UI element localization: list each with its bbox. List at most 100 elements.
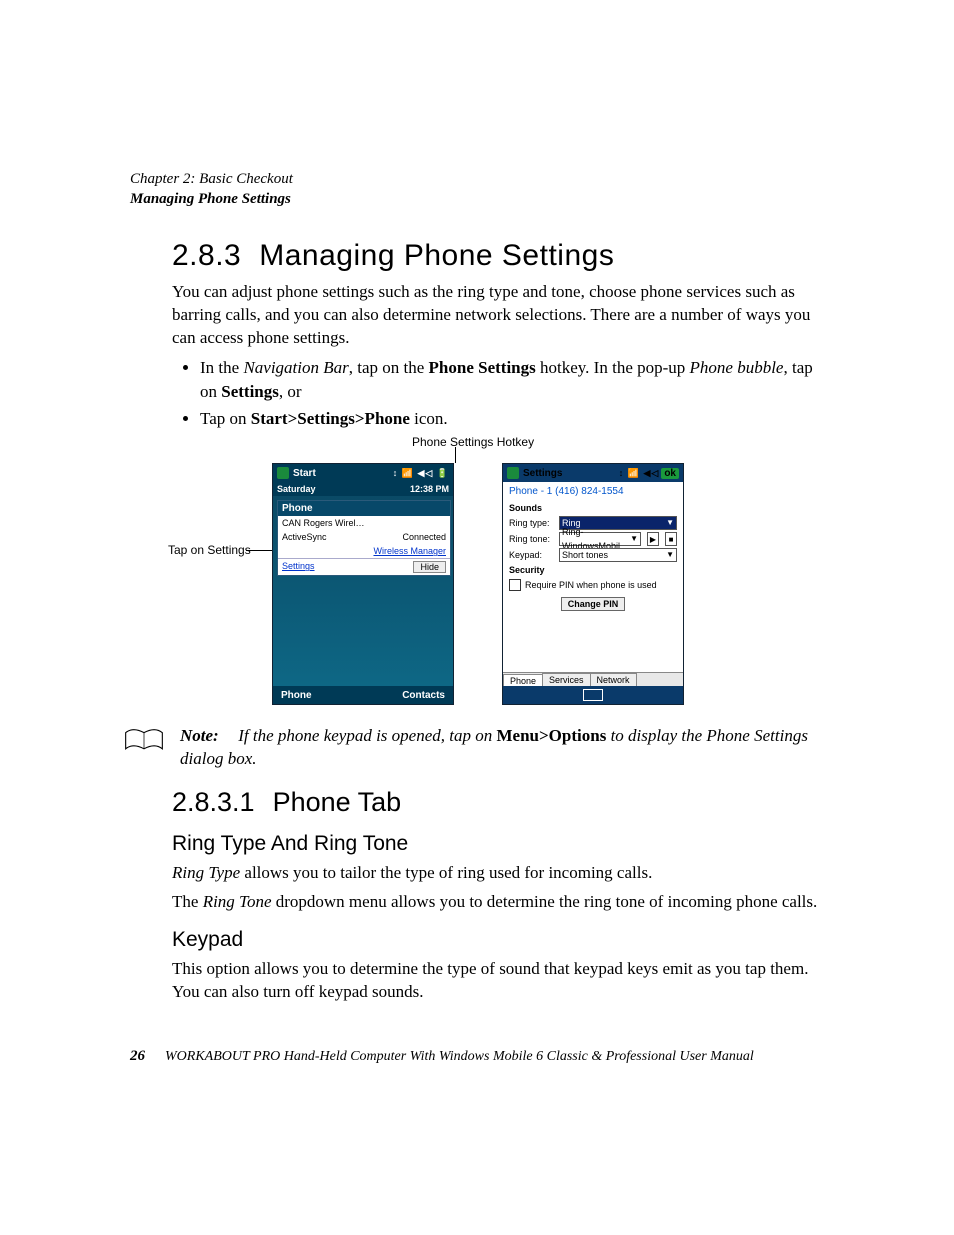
b2-path: Start>Settings>Phone [251,409,410,428]
ring-type-paragraph: Ring Type allows you to tailor the type … [172,862,824,885]
ring-tone-label: Ring tone: [509,534,555,544]
ring-tone-row: Ring tone: Ring-WindowsMobil▼ ▶ ■ [503,531,683,547]
settings-link[interactable]: Settings [282,561,315,573]
require-pin-checkbox[interactable] [509,579,521,591]
page-number: 26 [130,1048,145,1065]
note-menu: Menu>Options [497,726,607,745]
ok-button[interactable]: ok [661,468,679,479]
tab-services[interactable]: Services [542,673,591,686]
note-label: Note: [180,725,234,748]
start-flag-icon [507,467,519,479]
chapter-line: Chapter 2: Basic Checkout [130,170,824,190]
section-title: 2.8.3 Managing Phone Settings [172,239,824,273]
ring-type-em: Ring Type [172,863,240,882]
ring-tone-paragraph: The Ring Tone dropdown menu allows you t… [172,891,824,914]
rt-pre: The [172,892,203,911]
time-text: 12:38 PM [410,484,449,494]
b1-settings: Settings [221,382,279,401]
callout-tap-label: Tap on Settings [168,543,251,557]
keypad-value: Short tones [562,548,608,562]
note-pre: If the phone keypad is opened, tap on [238,726,496,745]
wireless-mgr-row: Wireless Manager [278,544,450,558]
keyboard-icon[interactable] [583,689,603,701]
change-pin-button[interactable]: Change PIN [561,597,626,611]
softkey-contacts[interactable]: Contacts [394,690,453,701]
hide-button[interactable]: Hide [413,561,446,573]
b1-navbar: Navigation Bar [243,358,348,377]
book-icon [122,725,166,760]
screenshot-settings-screen: Settings ↕ 📶 ◀◁ ok Phone - 1 (416) 824-1… [502,463,684,705]
popup-title: Phone [278,501,450,516]
b2-text: Tap on [200,409,251,428]
section-line: Managing Phone Settings [130,190,824,210]
subsection-text: Phone Tab [273,787,402,817]
b1-text5: , or [279,382,302,401]
wireless-manager-link[interactable]: Wireless Manager [373,546,446,556]
carrier-text: CAN Rogers Wirel… [282,518,365,528]
titlebar-text: Start [293,468,316,479]
keypad-label: Keypad: [509,550,555,560]
dropdown-arrow-icon: ▼ [630,532,638,546]
page-footer: 26 WORKABOUT PRO Hand-Held Computer With… [130,1048,824,1065]
security-label: Security [503,563,683,577]
b1-text: In the [200,358,243,377]
start-flag-icon [277,467,289,479]
dropdown-arrow-icon: ▼ [666,548,674,562]
tab-network[interactable]: Network [590,673,637,686]
activesync-text: ActiveSync [282,532,327,542]
b2-text2: icon. [410,409,448,428]
ring-type-label: Ring type: [509,518,555,528]
keypad-paragraph: This option allows you to determine the … [172,958,824,1004]
ring-tone-dropdown[interactable]: Ring-WindowsMobil▼ [559,532,641,546]
sounds-label: Sounds [503,501,683,515]
figure-area: Phone Settings Hotkey Tap on Settings St… [172,435,824,715]
section-number: 2.8.3 [172,239,241,273]
note-block: Note: If the phone keypad is opened, tap… [122,725,824,771]
day-text: Saturday [277,484,316,494]
softkey-phone[interactable]: Phone [273,690,320,701]
note-text: Note: If the phone keypad is opened, tap… [180,725,824,771]
subsection-title: 2.8.3.1 Phone Tab [172,787,824,818]
phone-number: Phone - 1 (416) 824-1554 [503,482,683,501]
activesync-row: ActiveSync Connected [278,530,450,544]
require-pin-text: Require PIN when phone is used [525,580,657,590]
titlebar: Start ↕ 📶 ◀◁ 🔋 [273,464,453,482]
instruction-list: In the Navigation Bar, tap on the Phone … [200,356,824,431]
bottombar [503,686,683,704]
b1-phone-settings: Phone Settings [429,358,536,377]
b1-text3: hotkey. In the pop-up [536,358,690,377]
running-header: Chapter 2: Basic Checkout Managing Phone… [130,170,824,209]
require-pin-row: Require PIN when phone is used [503,577,683,593]
carrier-row: CAN Rogers Wirel… [278,516,450,530]
status-icons: ↕ 📶 ◀◁ 🔋 [393,468,449,479]
bottombar: Phone Contacts [273,686,453,704]
bullet-2: Tap on Start>Settings>Phone icon. [200,407,824,431]
subsection-number: 2.8.3.1 [172,787,255,818]
rt-post: dropdown menu allows you to determine th… [271,892,817,911]
phone-popup: Phone CAN Rogers Wirel… ActiveSync Conne… [277,500,451,576]
stop-button[interactable]: ■ [665,532,677,546]
intro-paragraph: You can adjust phone settings such as th… [172,281,824,350]
screenshot-start-screen: Start ↕ 📶 ◀◁ 🔋 Saturday 12:38 PM Phone C… [272,463,454,705]
connected-text: Connected [402,532,446,542]
titlebar-text: Settings [523,468,562,479]
ring-type-text: allows you to tailor the type of ring us… [240,863,652,882]
callout-hotkey-label: Phone Settings Hotkey [412,435,534,449]
b1-text2: , tap on the [349,358,429,377]
keypad-dropdown[interactable]: Short tones ▼ [559,548,677,562]
tab-strip: Phone Services Network [503,672,683,686]
rt-em: Ring Tone [203,892,272,911]
section-title-text: Managing Phone Settings [259,239,614,272]
titlebar: Settings ↕ 📶 ◀◁ ok [503,464,683,482]
play-button[interactable]: ▶ [647,532,659,546]
keypad-heading: Keypad [172,928,824,952]
bullet-1: In the Navigation Bar, tap on the Phone … [200,356,824,404]
callout-hotkey-line [455,447,456,463]
settings-row: Settings Hide [278,558,450,575]
footer-text: WORKABOUT PRO Hand-Held Computer With Wi… [165,1049,754,1065]
ring-heading: Ring Type And Ring Tone [172,832,824,856]
b1-phone-bubble: Phone bubble [690,358,784,377]
keypad-row: Keypad: Short tones ▼ [503,547,683,563]
status-icons: ↕ 📶 ◀◁ [619,468,660,479]
datebar: Saturday 12:38 PM [273,482,453,496]
